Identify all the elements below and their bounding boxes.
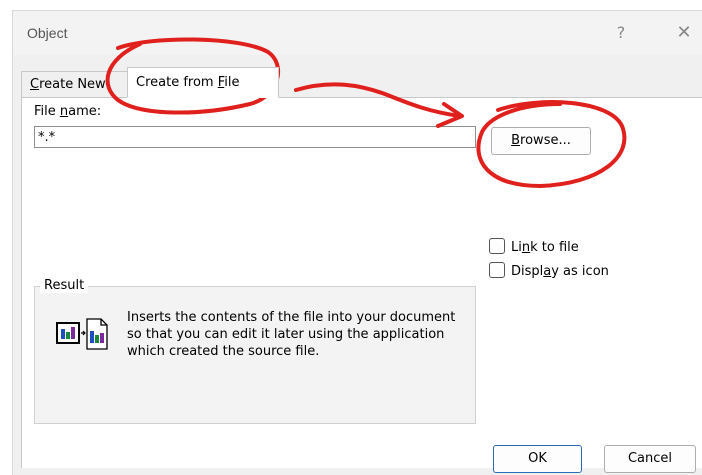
link-to-file-checkbox[interactable]: Link to file — [489, 238, 579, 256]
tab-create-from-file[interactable]: Create from File — [127, 67, 279, 98]
embedded-file-icon — [56, 318, 108, 350]
result-group: Inserts the contents of the file into yo… — [34, 286, 476, 424]
checkbox-box[interactable] — [489, 262, 505, 278]
tab-create-new-label: Create New — [30, 77, 106, 92]
result-description: Inserts the contents of the file into yo… — [127, 310, 456, 359]
title-bar: Object ? ✕ — [13, 11, 702, 55]
tab-create-from-file-label: Create from File — [136, 75, 240, 90]
close-icon[interactable]: ✕ — [669, 21, 699, 45]
tab-panel: File name: Browse... Link to file Displa… — [21, 97, 702, 468]
file-name-label: File name: — [34, 104, 102, 119]
checkbox-box[interactable] — [489, 238, 505, 254]
ok-button[interactable]: OK — [493, 445, 582, 473]
cancel-button[interactable]: Cancel — [604, 445, 696, 473]
display-as-icon-checkbox[interactable]: Display as icon — [489, 262, 609, 280]
display-as-icon-label: Display as icon — [511, 264, 609, 279]
dialog-title: Object — [27, 25, 68, 41]
help-button[interactable]: ? — [606, 21, 636, 45]
file-name-input[interactable] — [34, 126, 476, 148]
object-dialog: Object ? ✕ Create New Create from File F… — [12, 10, 702, 475]
result-legend: Result — [40, 278, 89, 293]
link-to-file-label: Link to file — [511, 240, 579, 255]
tab-create-new[interactable]: Create New — [21, 71, 127, 97]
browse-button[interactable]: Browse... — [491, 127, 591, 155]
